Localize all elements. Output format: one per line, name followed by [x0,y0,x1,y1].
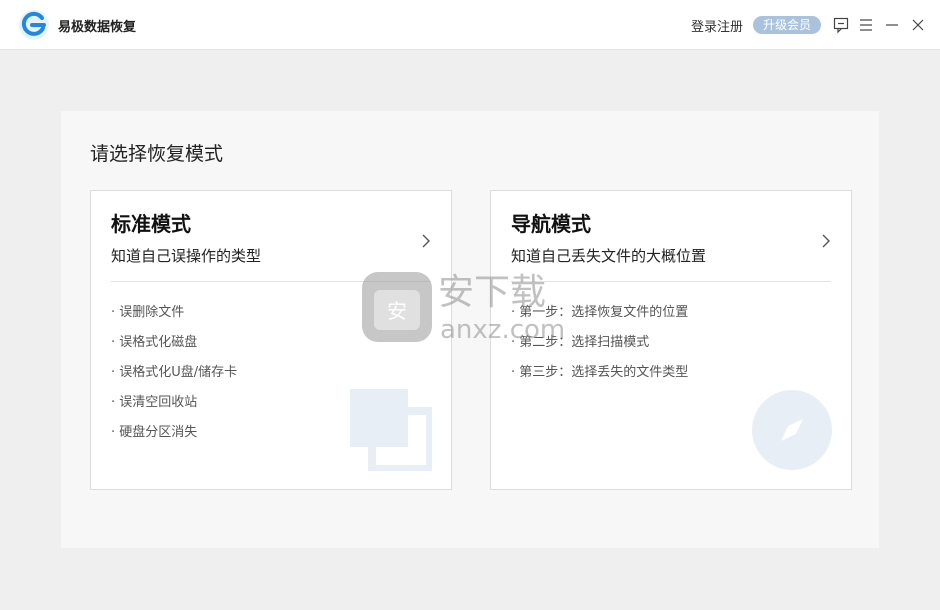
title-bar: 易极数据恢复 登录注册 升级会员 [0,0,940,50]
panel-title: 请选择恢复模式 [90,143,224,165]
copy-squares-icon [350,389,432,471]
close-icon[interactable] [909,16,927,34]
watermark-text-cn: 安下载 [438,272,546,313]
app-logo-icon [19,10,49,40]
feature-list: · 误删除文件 · 误格式化磁盘 · 误格式化U盘/储存卡 · 误清空回收站 ·… [111,303,237,453]
list-item: · 第三步：选择丢失的文件类型 [511,365,689,380]
feedback-icon[interactable] [832,16,850,34]
chevron-right-icon [422,234,430,248]
login-register-link[interactable]: 登录注册 [691,16,743,35]
menu-icon[interactable] [857,16,875,34]
list-item: · 误清空回收站 [111,395,198,410]
watermark-text-en: anxz.com [440,315,565,345]
list-item: · 误删除文件 [111,305,185,320]
list-item: · 误格式化U盘/储存卡 [111,365,238,380]
app-title: 易极数据恢复 [58,20,137,35]
watermark-logo: 安 安下载 anxz.com [362,272,565,345]
minimize-icon[interactable] [883,16,901,34]
list-item: · 误格式化磁盘 [111,335,198,350]
watermark-badge-text: 安 [387,299,407,323]
card-title: 导航模式 [511,212,591,236]
chevron-right-icon [822,234,830,248]
card-title: 标准模式 [111,212,191,236]
upgrade-vip-button[interactable]: 升级会员 [753,16,821,34]
list-item: · 硬盘分区消失 [111,425,198,440]
compass-icon [752,390,832,470]
card-subtitle: 知道自己误操作的类型 [111,247,262,265]
